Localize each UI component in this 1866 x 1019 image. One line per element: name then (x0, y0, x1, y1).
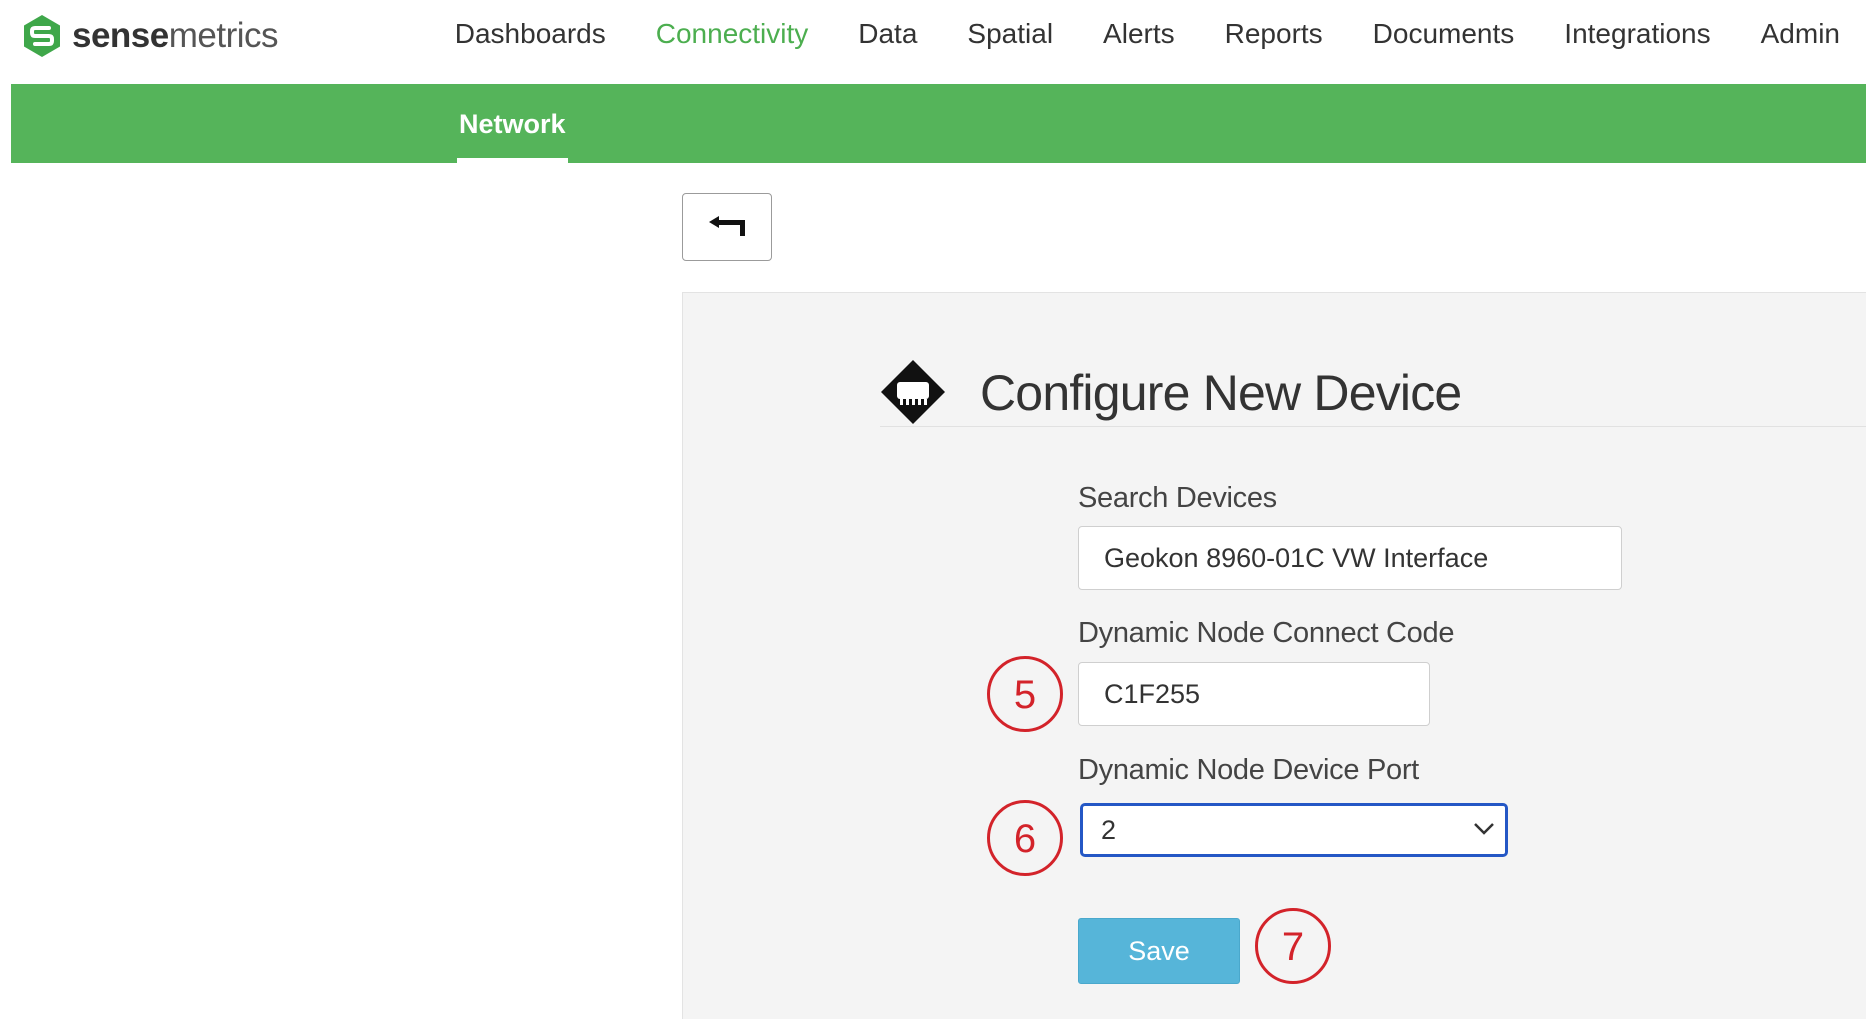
chevron-down-icon (1474, 823, 1494, 835)
page-title: Configure New Device (980, 365, 1462, 421)
nav-item-connectivity[interactable]: Connectivity (656, 18, 809, 50)
return-arrow-icon (709, 216, 745, 236)
step-marker-6: 6 (987, 800, 1063, 876)
nav-item-data[interactable]: Data (858, 18, 917, 50)
nav-item-documents[interactable]: Documents (1373, 18, 1515, 50)
connect-code-label: Dynamic Node Connect Code (1078, 617, 1455, 649)
sensemetrics-logo[interactable]: sensemetrics (22, 14, 279, 58)
nav-item-dashboards[interactable]: Dashboards (455, 18, 606, 50)
active-tab-indicator (457, 158, 568, 163)
tab-network[interactable]: Network (457, 84, 568, 163)
sub-navigation-bar: Network (11, 84, 1866, 163)
form-header: Configure New Device (880, 356, 1866, 427)
nav-item-reports[interactable]: Reports (1225, 18, 1323, 50)
step-marker-7: 7 (1255, 908, 1331, 984)
sensemetrics-logo-icon (24, 15, 60, 57)
back-button[interactable] (682, 193, 772, 261)
device-port-value: 2 (1101, 815, 1117, 845)
save-button[interactable]: Save (1078, 918, 1240, 984)
connect-code-input[interactable]: C1F255 (1078, 662, 1430, 726)
step-marker-5: 5 (987, 656, 1063, 732)
brand-name: sensemetrics (72, 16, 279, 55)
search-devices-label: Search Devices (1078, 482, 1277, 514)
search-devices-input[interactable]: Geokon 8960-01C VW Interface (1078, 526, 1622, 590)
nav-item-spatial[interactable]: Spatial (967, 18, 1053, 50)
device-port-select[interactable]: 2 (1080, 803, 1508, 857)
main-nav: Dashboards Connectivity Data Spatial Ale… (405, 18, 1840, 50)
nav-item-integrations[interactable]: Integrations (1564, 18, 1710, 50)
device-port-label: Dynamic Node Device Port (1078, 754, 1419, 786)
nav-item-alerts[interactable]: Alerts (1103, 18, 1175, 50)
device-diamond-icon (881, 360, 945, 424)
top-navigation-bar: sensemetrics Dashboards Connectivity Dat… (0, 0, 1866, 84)
nav-item-admin[interactable]: Admin (1761, 18, 1840, 50)
tab-network-label: Network (459, 109, 566, 139)
